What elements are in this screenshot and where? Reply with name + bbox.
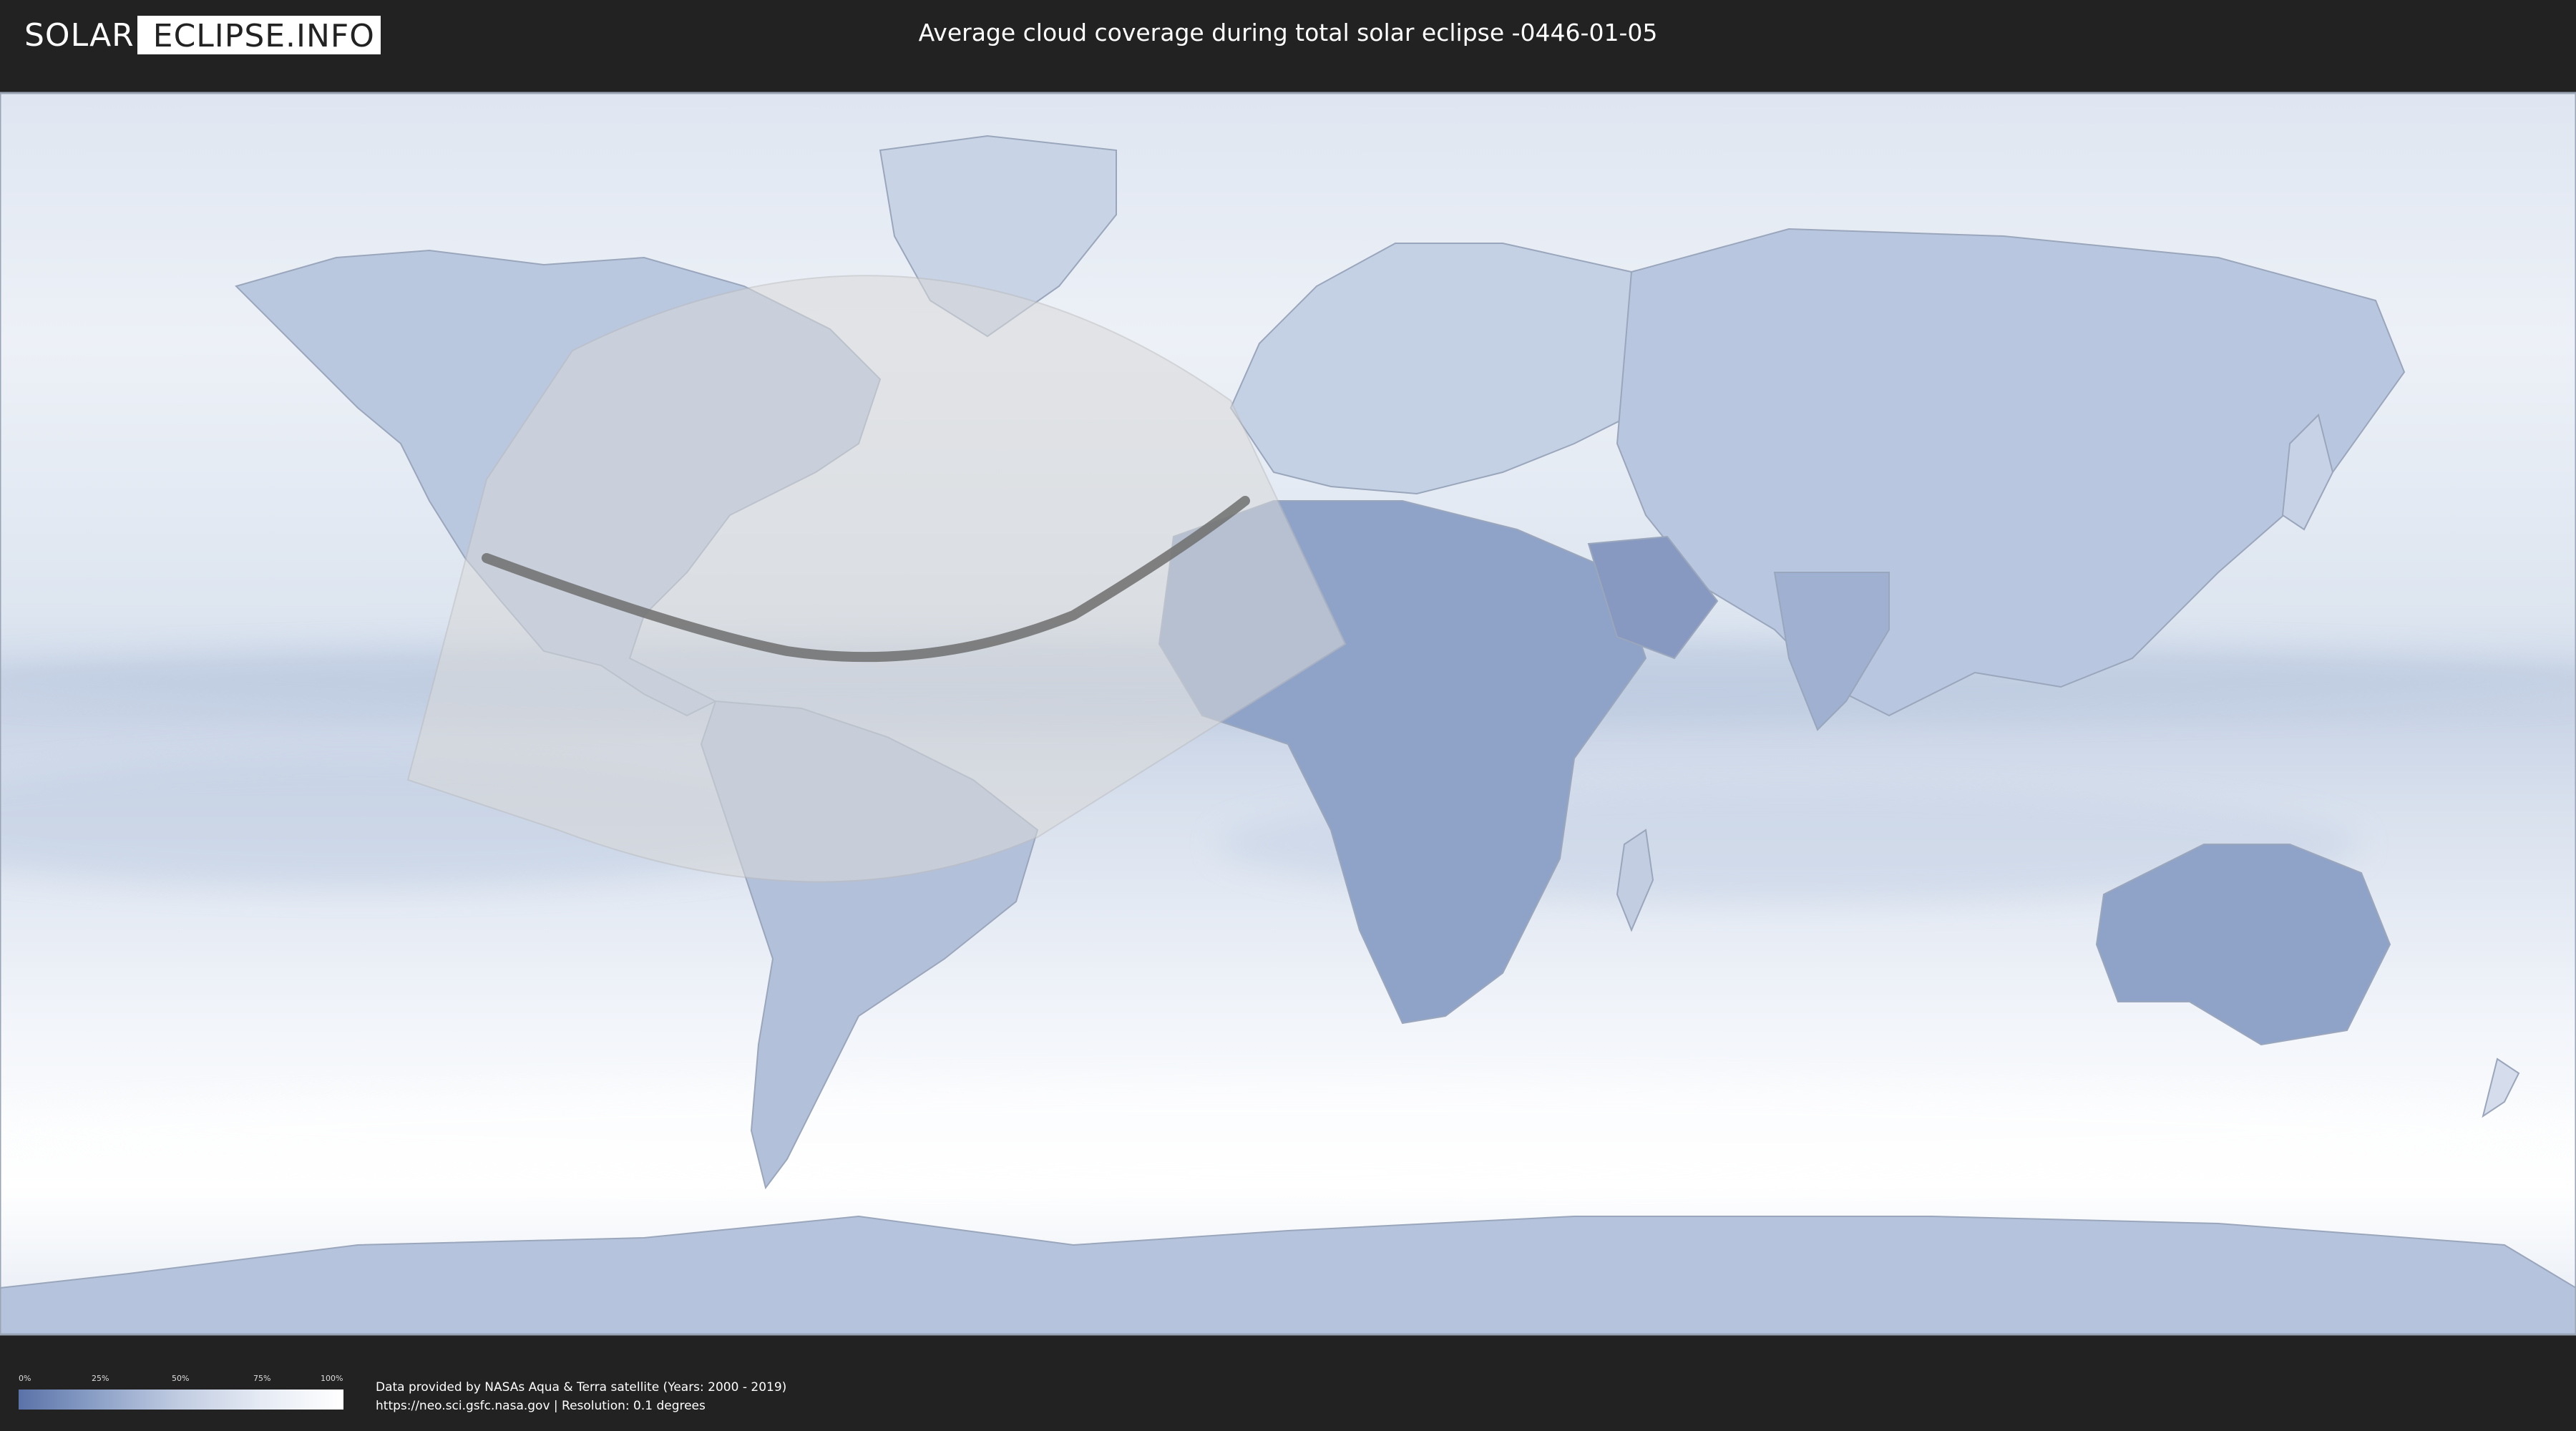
legend-gradient-bar <box>19 1390 343 1410</box>
data-credits: Data provided by NASAs Aqua & Terra sate… <box>376 1378 786 1415</box>
page-title: Average cloud coverage during total sola… <box>918 19 1658 47</box>
credits-url: https://neo.sci.gsfc.nasa.gov | Resoluti… <box>376 1399 706 1413</box>
legend-tick-50: 50% <box>172 1374 190 1383</box>
legend-tick-75: 75% <box>253 1374 271 1383</box>
legend-tick-100: 100% <box>321 1374 343 1383</box>
world-map-svg <box>0 92 2576 1336</box>
credits-source: Data provided by NASAs Aqua & Terra sate… <box>376 1380 787 1395</box>
legend-tick-0: 0% <box>19 1374 31 1383</box>
legend-tick-25: 25% <box>92 1374 109 1383</box>
header-bar: SOLAR ECLIPSE.INFO Average cloud coverag… <box>0 0 2576 72</box>
cloud-coverage-map <box>0 72 2576 1359</box>
